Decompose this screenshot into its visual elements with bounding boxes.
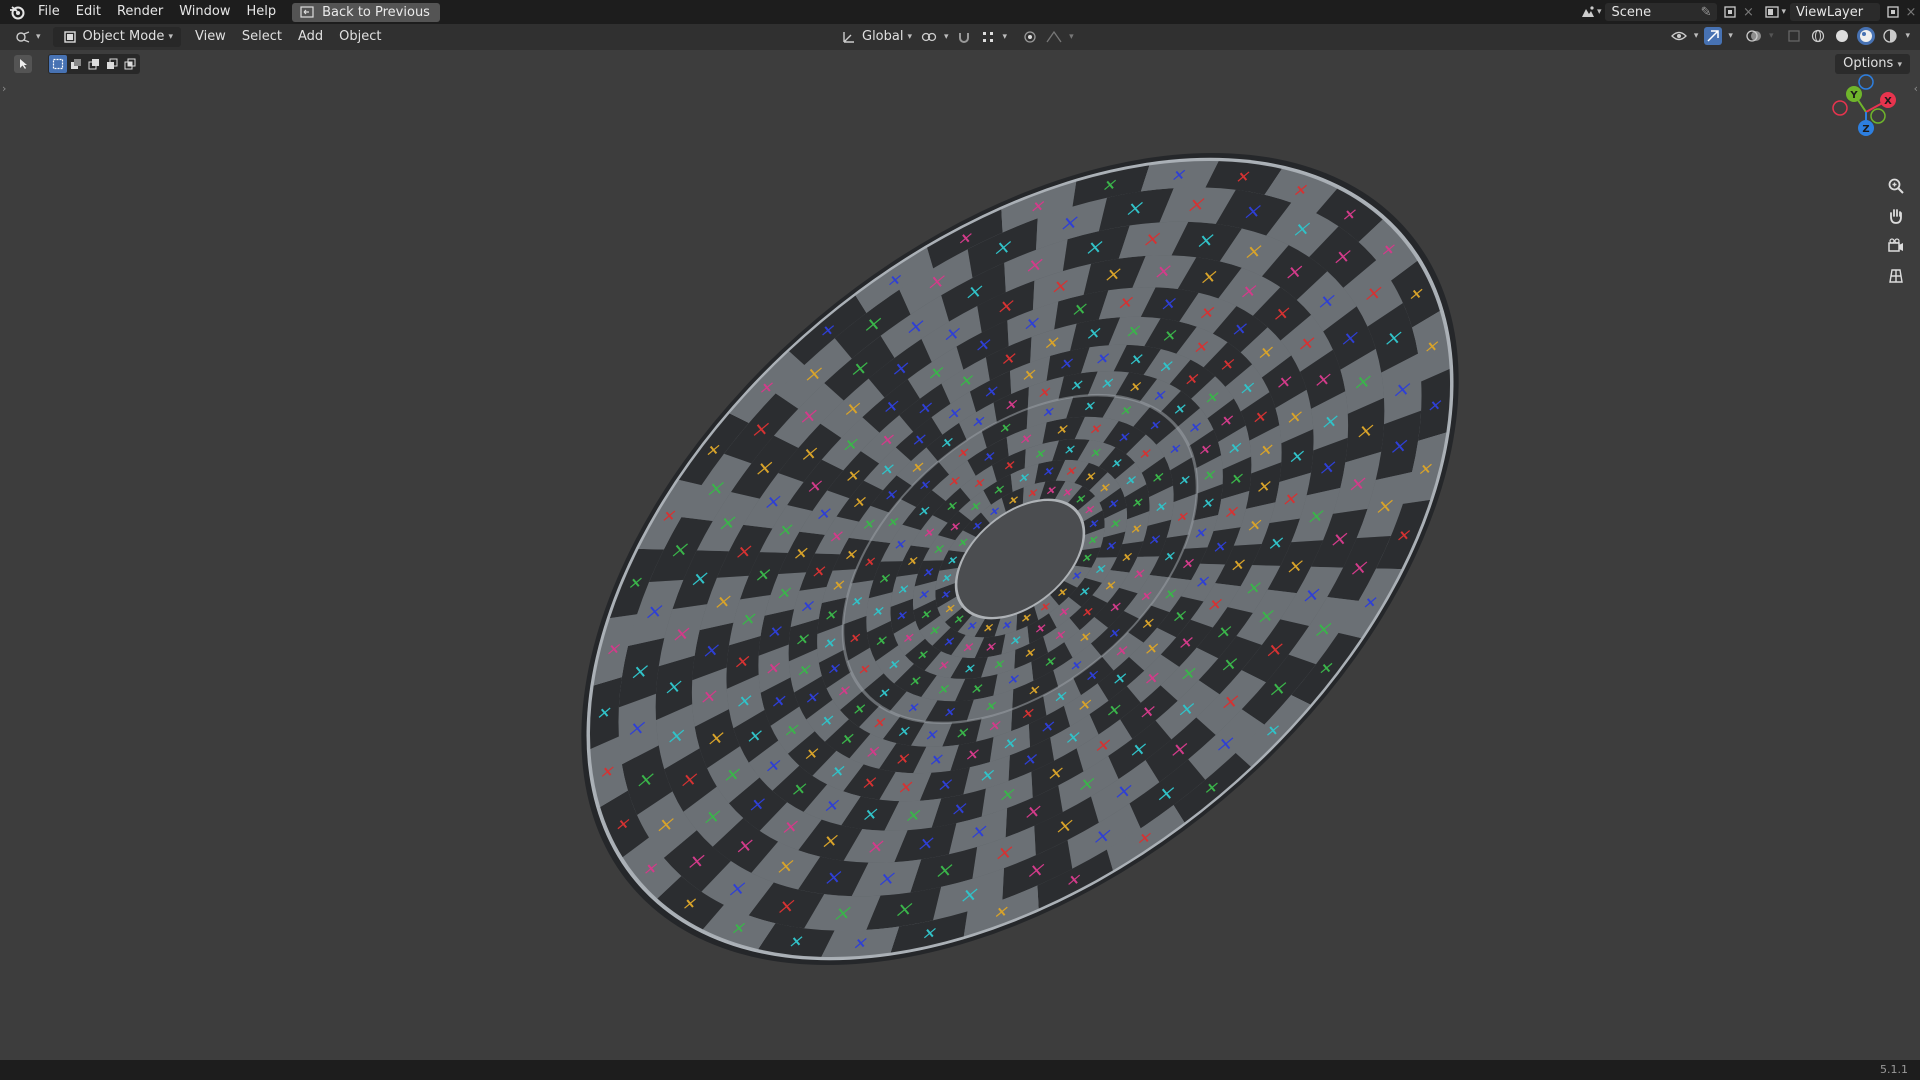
object-mode-icon (61, 28, 79, 46)
pin-icon[interactable]: ✎ (1701, 5, 1712, 20)
object-mode-dropdown[interactable]: Object Mode ▾ (52, 27, 181, 47)
disc-mesh (581, 152, 1459, 966)
viewport-display-tools: ▾ ▾ ▾ ▾ (1670, 27, 1910, 45)
snap-target-icon[interactable] (979, 28, 997, 46)
scene-icon[interactable] (1579, 3, 1597, 21)
menu-add[interactable]: Add (290, 27, 331, 47)
gizmo-neg-x[interactable] (1832, 100, 1848, 116)
orientation-dropdown[interactable]: Global ▾ (838, 27, 914, 47)
material-icon[interactable] (1857, 27, 1876, 45)
top-bar: File Edit Render Window Help Back to Pre… (0, 0, 1920, 24)
menu-select[interactable]: Select (234, 27, 290, 47)
back-to-previous-button[interactable]: Back to Previous (292, 2, 440, 22)
scene-field[interactable]: Scene ✎ (1605, 3, 1718, 21)
editor-type-button[interactable]: ▾ (6, 27, 49, 47)
sidebar-expand-icon[interactable]: ‹ (1914, 82, 1918, 95)
falloff-icon[interactable] (1045, 28, 1063, 46)
snap-icon[interactable] (955, 28, 973, 46)
new-scene-icon[interactable] (1721, 3, 1739, 21)
wireframe-icon[interactable] (1809, 27, 1827, 45)
menu-window[interactable]: Window (171, 0, 238, 24)
gizmo-neg-y[interactable] (1870, 108, 1886, 124)
new-view-layer-icon[interactable] (1884, 3, 1902, 21)
version-label: 5.1.1 (1880, 1063, 1908, 1076)
view-layer-dropdown-icon[interactable]: ▾ (1781, 7, 1786, 17)
gizmo-x-label: X (1884, 96, 1892, 107)
topbar-right: ▾ Scene ✎ × ▾ ViewLayer × (1579, 0, 1920, 24)
menu-render[interactable]: Render (109, 0, 171, 24)
pan-hand-icon[interactable] (1884, 204, 1908, 228)
menu-edit[interactable]: Edit (68, 0, 109, 24)
pivot-icon[interactable] (920, 28, 938, 46)
camera-icon[interactable] (1884, 234, 1908, 258)
object-mode-label: Object Mode (82, 29, 165, 44)
gizmo-neg-z[interactable] (1858, 74, 1874, 90)
gizmo-z-label: Z (1862, 124, 1869, 135)
menu-object[interactable]: Object (331, 27, 389, 47)
proportional-icon[interactable] (1021, 28, 1039, 46)
toolbar-expand-icon[interactable]: › (2, 82, 6, 95)
rendered-icon[interactable] (1881, 27, 1899, 45)
menu-file[interactable]: File (30, 0, 68, 24)
blender-logo-icon[interactable] (8, 3, 26, 21)
3d-viewport[interactable]: Y X Z › ‹ (0, 50, 1920, 1060)
xray-icon[interactable] (1785, 27, 1803, 45)
gizmo-icon[interactable] (1704, 27, 1723, 45)
editor-type-icon (14, 28, 32, 46)
scene-dropdown-icon[interactable]: ▾ (1597, 7, 1602, 17)
menu-view[interactable]: View (187, 27, 234, 47)
view-layer-name: ViewLayer (1796, 4, 1864, 20)
zoom-icon[interactable] (1884, 174, 1908, 198)
back-icon (298, 3, 316, 21)
scene-name: Scene (1611, 4, 1652, 20)
view-layer-field[interactable]: ViewLayer (1790, 3, 1880, 21)
overlay-icon[interactable] (1745, 27, 1763, 45)
status-bar: 5.1.1 (0, 1060, 1920, 1080)
solid-icon[interactable] (1833, 27, 1851, 45)
gizmo-y-label: Y (1849, 90, 1858, 101)
close-view-layer-icon[interactable]: × (1902, 3, 1920, 21)
back-to-previous-label: Back to Previous (322, 4, 430, 20)
menu-help[interactable]: Help (239, 0, 285, 24)
close-icon[interactable]: × (1739, 3, 1757, 21)
grid-icon[interactable] (1884, 264, 1908, 288)
transform-tools: Global ▾ ▾ ▾ ▾ (838, 27, 1074, 47)
visibility-icon[interactable] (1670, 27, 1688, 45)
orientation-icon (840, 28, 858, 46)
navigation-gizmo[interactable]: Y X Z (1826, 72, 1906, 152)
view-layer-icon[interactable] (1763, 3, 1781, 21)
orientation-label: Global (862, 29, 904, 44)
